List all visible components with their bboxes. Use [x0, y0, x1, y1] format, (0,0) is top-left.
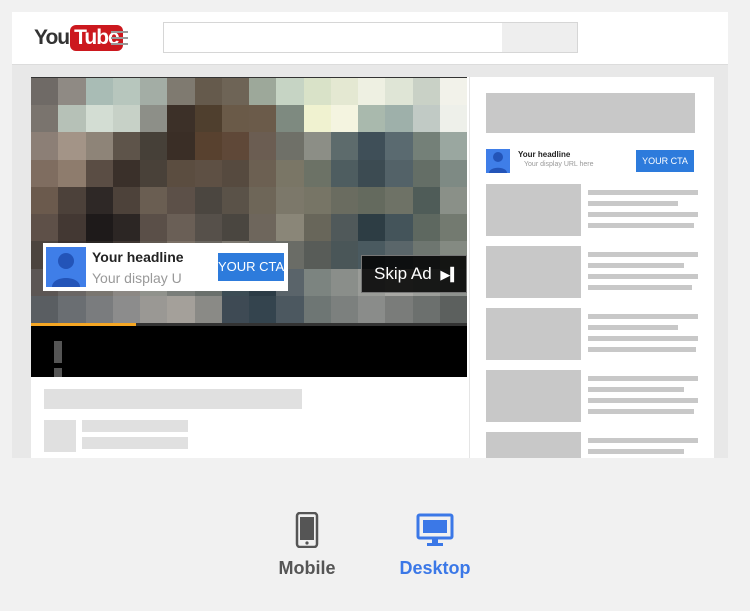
related-text-line [588, 190, 698, 195]
youtube-header: You Tube [12, 12, 728, 65]
skip-next-icon: ▶▍ [440, 267, 461, 282]
related-thumb[interactable] [486, 432, 581, 458]
desktop-preview-option[interactable]: Desktop [394, 510, 476, 579]
related-text-line [588, 387, 684, 392]
skip-ad-label: Skip Ad [374, 264, 432, 283]
device-preview-switcher: Mobile Desktop [0, 458, 750, 611]
related-text-line [588, 449, 684, 454]
ad-display-url: Your display U [92, 270, 182, 286]
channel-name-placeholder [82, 420, 188, 432]
sidebar-ad-cta-button[interactable]: YOUR CTA [636, 150, 694, 172]
related-thumb[interactable] [486, 308, 581, 360]
related-text-line [588, 347, 696, 352]
desktop-label: Desktop [399, 558, 471, 578]
mobile-preview-option[interactable]: Mobile [274, 510, 340, 579]
related-text-line [588, 252, 698, 257]
video-info-placeholder [31, 377, 467, 458]
logo-you-text: You [34, 26, 70, 49]
related-text-line [588, 223, 694, 228]
video-player[interactable]: Your headline Your display U YOUR CTA Sk… [31, 77, 467, 378]
sidebar-ad-headline: Your headline [518, 150, 571, 159]
related-text-line [588, 212, 698, 217]
channel-avatar-placeholder [44, 420, 76, 452]
mobile-label: Mobile [278, 558, 336, 578]
player-controls [31, 326, 467, 378]
ad-cta-button[interactable]: YOUR CTA [218, 253, 284, 281]
related-text-line [588, 285, 692, 290]
person-icon [46, 247, 86, 287]
pause-icon[interactable] [54, 341, 78, 378]
search-input[interactable] [163, 22, 503, 53]
skip-ad-button[interactable]: Skip Ad ▶▍ [361, 255, 467, 293]
sidebar-ad-display-url: Your display URL here [524, 161, 594, 168]
sidebar-banner-placeholder [486, 93, 695, 133]
in-video-ad-overlay[interactable]: Your headline Your display U YOUR CTA [43, 243, 288, 291]
subscribers-placeholder [82, 437, 188, 449]
related-sidebar: Your headline Your display URL here YOUR… [469, 77, 714, 458]
related-text-line [588, 201, 678, 206]
related-text-line [588, 438, 698, 443]
title-placeholder [44, 389, 302, 409]
related-text-line [588, 274, 698, 279]
menu-icon[interactable] [111, 31, 128, 45]
related-thumb[interactable] [486, 370, 581, 422]
related-text-line [588, 314, 698, 319]
youtube-logo[interactable]: You Tube [34, 25, 123, 51]
mobile-phone-icon [274, 510, 340, 550]
related-text-line [588, 325, 678, 330]
ad-headline: Your headline [92, 249, 184, 265]
related-text-line [588, 376, 698, 381]
related-thumb[interactable] [486, 246, 581, 298]
related-text-line [588, 409, 694, 414]
related-text-line [588, 263, 684, 268]
desktop-monitor-icon [394, 510, 476, 550]
search-button[interactable] [502, 22, 578, 53]
person-icon [486, 149, 510, 173]
desktop-preview-frame: You Tube Your headline Your display U YO… [12, 12, 728, 458]
related-thumb[interactable] [486, 184, 581, 236]
related-text-line [588, 398, 698, 403]
related-text-line [588, 336, 698, 341]
watch-page: Your headline Your display U YOUR CTA Sk… [31, 77, 714, 458]
